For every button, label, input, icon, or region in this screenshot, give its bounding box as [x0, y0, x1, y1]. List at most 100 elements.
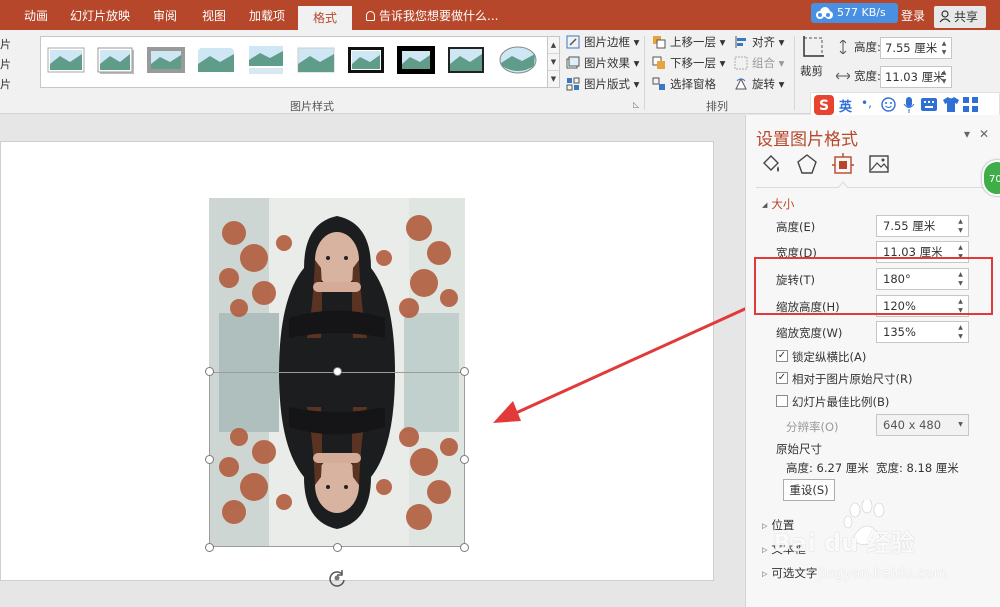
- size-properties-icon[interactable]: [832, 153, 854, 175]
- ribbon-separator: [794, 36, 795, 110]
- microphone-icon[interactable]: [903, 97, 915, 113]
- height-input[interactable]: 7.55 厘米 ▲ ▼: [876, 215, 969, 237]
- picture-original: [209, 198, 465, 373]
- size-height-input[interactable]: 7.55 厘米 ▲ ▼: [880, 37, 952, 59]
- close-icon[interactable]: ✕: [979, 127, 989, 141]
- resolution-value: 640 x 480: [883, 418, 942, 432]
- dropdown-arrow-icon: ▼: [958, 421, 963, 428]
- scroll-up-icon[interactable]: ▲: [548, 37, 559, 54]
- align-icon: [735, 36, 746, 48]
- picture-effects-label: 图片效果: [584, 56, 630, 70]
- spinner-arrows-icon[interactable]: ▲ ▼: [939, 39, 949, 57]
- spinner-arrows-icon[interactable]: ▲ ▼: [939, 68, 949, 86]
- group-icon: [734, 56, 748, 70]
- crop-button[interactable]: 裁剪: [800, 36, 828, 80]
- bring-forward-button[interactable]: 上移一层 ▾: [652, 33, 725, 51]
- send-backward-button[interactable]: 下移一层 ▾: [652, 54, 725, 72]
- watermark-url: jingyan.baidu.com: [818, 566, 948, 582]
- lightbulb-icon: [366, 11, 375, 21]
- left-fragment-2[interactable]: 片: [0, 56, 11, 72]
- ime-toolbar: S 英 •,: [810, 92, 1000, 116]
- resize-handle-b[interactable]: [333, 543, 342, 552]
- dialog-launcher-icon[interactable]: ◺: [633, 100, 639, 109]
- relative-original-checkbox[interactable]: ✓ 相对于图片原始尺寸(R): [776, 371, 912, 387]
- annotation-arrow: [493, 306, 748, 423]
- tab-view[interactable]: 视图: [194, 0, 234, 30]
- resize-handle-tl[interactable]: [205, 367, 214, 376]
- checkbox-empty-icon: [776, 395, 788, 407]
- rotate-label: 旋转: [752, 77, 775, 91]
- left-fragment-1[interactable]: 片: [0, 36, 11, 52]
- picture-effects-button[interactable]: 图片效果 ▾: [566, 54, 639, 72]
- rotate-button[interactable]: 旋转 ▾: [734, 75, 784, 93]
- checkbox-checked-icon: ✓: [776, 372, 788, 384]
- resize-handle-bl[interactable]: [205, 543, 214, 552]
- floating-badge[interactable]: 70: [982, 160, 1000, 196]
- bring-forward-label: 上移一层: [670, 35, 716, 49]
- style-thumb-beveled[interactable]: [296, 44, 336, 76]
- group-button[interactable]: 组合 ▾: [734, 54, 784, 72]
- style-thumb-black-frame[interactable]: [346, 44, 386, 76]
- resize-handle-br[interactable]: [460, 543, 469, 552]
- style-thumb-metal[interactable]: [146, 44, 186, 76]
- collapsed-triangle-icon: ▷: [762, 546, 768, 554]
- tab-format[interactable]: 格式: [298, 6, 352, 30]
- ribbon-tab-bar: 动画 幻灯片放映 审阅 视图 加载项 格式 告诉我您想要做什么... 577 K…: [0, 0, 1000, 30]
- picture-styles-gallery: [40, 36, 548, 88]
- resize-handle-l[interactable]: [205, 455, 214, 464]
- selection-pane-button[interactable]: 选择窗格: [652, 75, 716, 93]
- emoji-icon[interactable]: [881, 97, 896, 112]
- scroll-down-icon[interactable]: ▼: [548, 54, 559, 71]
- share-button[interactable]: 共享: [934, 6, 986, 28]
- style-thumb-simple[interactable]: [46, 44, 86, 76]
- lock-aspect-checkbox[interactable]: ✓ 锁定纵横比(A): [776, 349, 866, 365]
- pane-options-icon[interactable]: ▾: [964, 127, 970, 141]
- resolution-select[interactable]: 640 x 480 ▼: [876, 414, 969, 436]
- toolbox-grid-icon[interactable]: [963, 97, 978, 112]
- tab-animations[interactable]: 动画: [18, 0, 54, 30]
- reset-button[interactable]: 重设(S): [783, 479, 835, 501]
- style-thumb-soft[interactable]: [196, 44, 236, 76]
- style-thumb-reflect[interactable]: [246, 44, 286, 76]
- left-fragment-3[interactable]: 片: [0, 76, 11, 92]
- picture-icon[interactable]: [868, 153, 890, 175]
- section-alt-text-header[interactable]: ▷ 可选文字: [762, 565, 817, 581]
- style-thumb-shadow[interactable]: [96, 44, 136, 76]
- active-tab-caret-icon: [838, 181, 848, 188]
- best-scale-checkbox[interactable]: 幻灯片最佳比例(B): [776, 394, 889, 410]
- style-thumb-oval[interactable]: [498, 44, 538, 76]
- height-label-text: 高度:: [854, 40, 881, 54]
- effects-pentagon-icon[interactable]: [796, 153, 818, 175]
- style-thumb-thin-black[interactable]: [446, 44, 486, 76]
- scale-width-input[interactable]: 135% ▲ ▼: [876, 321, 969, 343]
- tab-addins[interactable]: 加载项: [244, 0, 290, 30]
- spinner-arrows-icon[interactable]: ▲ ▼: [956, 323, 965, 341]
- keyboard-icon[interactable]: [921, 98, 937, 111]
- pane-title: 设置图片格式: [756, 130, 858, 150]
- resize-handle-tr[interactable]: [460, 367, 469, 376]
- ime-lang-label[interactable]: 英: [839, 96, 852, 115]
- picture-border-button[interactable]: 图片边框 ▾: [566, 33, 639, 51]
- fill-line-icon[interactable]: [760, 153, 782, 175]
- align-button[interactable]: 对齐 ▾: [734, 33, 784, 51]
- style-thumb-thick-black[interactable]: [396, 44, 436, 76]
- tab-slideshow[interactable]: 幻灯片放映: [64, 0, 136, 30]
- resize-handle-r[interactable]: [460, 455, 469, 464]
- skin-tshirt-icon[interactable]: [943, 97, 959, 112]
- size-width-input[interactable]: 11.03 厘米 ▲ ▼: [880, 66, 952, 88]
- picture-layout-button[interactable]: 图片版式 ▾: [566, 75, 639, 93]
- tell-me-box[interactable]: 告诉我您想要做什么...: [366, 0, 498, 30]
- login-link[interactable]: 登录: [901, 0, 925, 33]
- size-width-value: 11.03 厘米: [885, 70, 945, 84]
- gallery-scroll[interactable]: ▲ ▼ ▼: [548, 36, 560, 88]
- size-height-value: 7.55 厘米: [885, 41, 938, 55]
- gallery-more-icon[interactable]: ▼: [548, 71, 559, 88]
- spinner-arrows-icon[interactable]: ▲ ▼: [956, 217, 965, 235]
- tab-review[interactable]: 审阅: [145, 0, 185, 30]
- ime-punct-icon[interactable]: •,: [861, 96, 872, 110]
- resize-handle-t[interactable]: [333, 367, 342, 376]
- section-size-header[interactable]: ◢ 大小: [762, 196, 794, 212]
- rotate-handle-icon[interactable]: [327, 568, 347, 588]
- size-height-label: 高度:: [836, 38, 881, 56]
- network-speed-widget: 577 KB/s: [811, 3, 898, 23]
